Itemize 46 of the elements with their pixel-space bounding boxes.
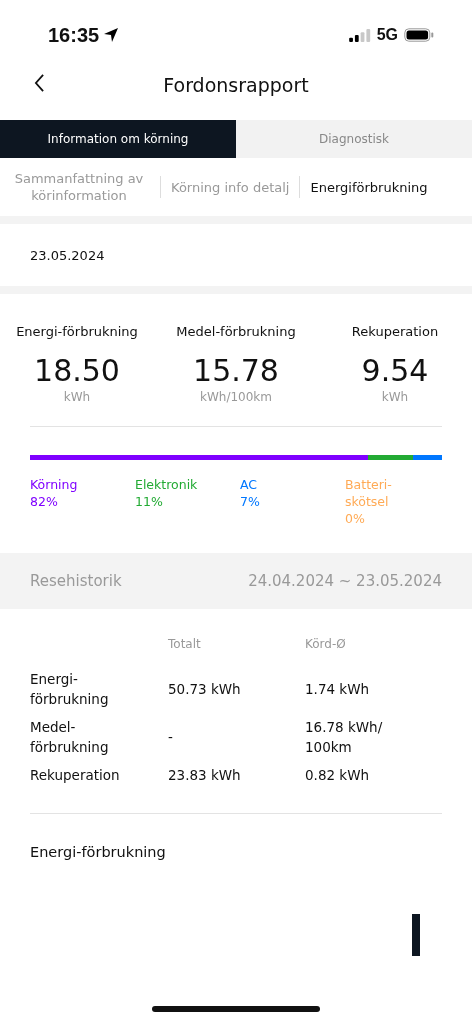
table-cell-text: 23.83 kWh	[168, 766, 242, 785]
chart-title: Energi-förbrukning	[30, 844, 167, 860]
table-cell-text: 50.73 kWh	[168, 680, 242, 699]
stat-label: Medel-förbrukning	[176, 324, 296, 339]
table-cell-text: 0.82 kWh	[305, 766, 371, 785]
legend-label: Elektronik	[135, 476, 199, 493]
back-button[interactable]	[32, 72, 47, 94]
date-label: 23.05.2024	[30, 247, 105, 263]
tab[interactable]: Diagnostisk	[236, 120, 472, 158]
stat-label: Rekuperation	[351, 324, 439, 339]
subtab[interactable]: Sammanfattning av körinformation	[4, 170, 154, 204]
legend-percent: 82%	[30, 493, 59, 510]
table-cell-text: 1.74 kWh	[305, 680, 371, 699]
legend-label: Körning	[30, 476, 79, 493]
row-label: Energi-förbrukning	[30, 670, 110, 709]
legend-percent: 7%	[240, 493, 261, 510]
date-range: 24.04.2024 ~ 23.05.2024	[248, 572, 442, 590]
location-arrow-icon	[103, 27, 120, 43]
legend-percent: 11%	[135, 493, 164, 510]
network-label: 5G	[376, 26, 398, 44]
status-time: 16:35	[48, 23, 100, 47]
signal-icon	[348, 28, 371, 42]
back-icon	[34, 74, 45, 92]
legend-label: Batteri-skötsel	[345, 476, 393, 510]
stat-value: 15.78	[193, 353, 279, 388]
chart-bar	[412, 914, 420, 956]
row-label: Rekuperation	[30, 766, 121, 785]
tab[interactable]: Information om körning	[0, 120, 236, 158]
subtab[interactable]: Körning info detalj	[167, 178, 294, 196]
legend-label: AC	[240, 476, 259, 493]
table-cell-text: 16.78 kWh/ 100km	[305, 718, 384, 757]
battery-icon	[404, 28, 434, 42]
subtab[interactable]: Energiförbrukning	[306, 178, 432, 196]
legend-percent: 0%	[345, 510, 366, 527]
page-title: Fordonsrapport	[163, 74, 309, 96]
stat-unit: kWh	[381, 390, 409, 404]
row-label: Medel-förbrukning	[30, 718, 110, 757]
stat-unit: kWh/100km	[200, 390, 272, 404]
stat-value: 18.50	[34, 353, 120, 388]
section-title: Resehistorik	[30, 572, 122, 590]
stat-value: 9.54	[361, 353, 429, 388]
table-cell-text: -	[168, 728, 174, 747]
column-header: Totalt	[168, 637, 202, 651]
stat-unit: kWh	[63, 390, 91, 404]
column-header: Körd-Ø	[305, 637, 347, 651]
stat-label: Energi-förbrukning	[16, 324, 138, 339]
